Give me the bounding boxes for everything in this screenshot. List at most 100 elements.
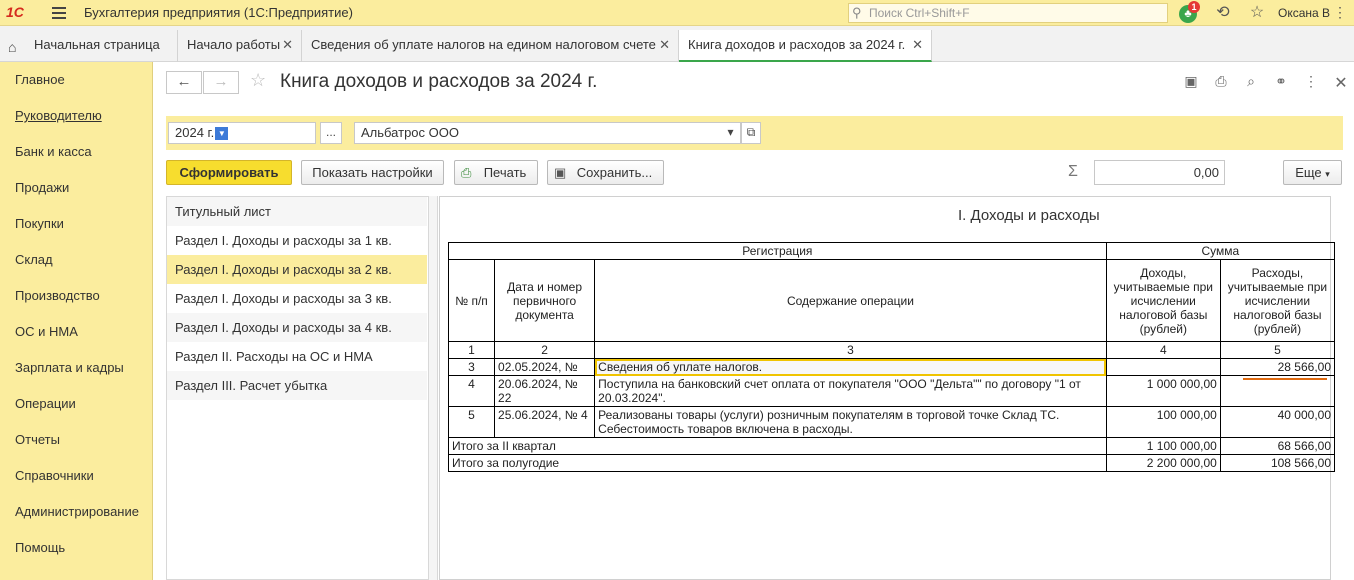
user-name[interactable]: Оксана В	[1278, 6, 1330, 20]
cell-num[interactable]: 5	[447, 406, 496, 438]
sidebar-item-payroll[interactable]: Зарплата и кадры	[15, 360, 124, 375]
total-expense[interactable]: 68 566,00	[1219, 437, 1336, 455]
cell-expense[interactable]: 40 000,00	[1219, 406, 1336, 438]
organization-open-icon[interactable]: ⧉	[741, 122, 761, 144]
main-menu-icon[interactable]	[52, 7, 66, 19]
printer-icon[interactable]: ⎙	[1212, 73, 1230, 91]
favorite-star-icon[interactable]: ☆	[250, 70, 266, 91]
cell-income[interactable]: 100 000,00	[1105, 406, 1221, 438]
report-sections-list: Титульный лист Раздел I. Доходы и расход…	[166, 196, 428, 580]
sidebar-item-purchases[interactable]: Покупки	[15, 216, 64, 231]
period-select-button[interactable]: ...	[320, 122, 342, 144]
dropdown-icon[interactable]: ▼	[215, 127, 229, 141]
tab-label: Начальная страница	[34, 37, 160, 52]
sidebar-item-bank[interactable]: Банк и касса	[15, 144, 92, 159]
header-content: Содержание операции	[594, 259, 1107, 342]
total-label[interactable]: Итого за полугодие	[448, 454, 1107, 472]
total-income[interactable]: 2 200 000,00	[1105, 454, 1221, 472]
more-button[interactable]: Еще ▾	[1283, 160, 1342, 185]
history-icon[interactable]: ⟲	[1213, 3, 1233, 23]
favorites-star-icon[interactable]: ☆	[1247, 3, 1267, 23]
sidebar-item-help[interactable]: Помощь	[15, 540, 65, 555]
cell-num[interactable]: 3	[447, 358, 496, 376]
notifications-badge: 1	[1188, 1, 1200, 13]
list-item[interactable]: Раздел I. Доходы и расходы за 2 кв.	[167, 255, 427, 284]
sidebar-item-sales[interactable]: Продажи	[15, 180, 69, 195]
home-icon: ⌂	[8, 39, 17, 55]
tab-start-work[interactable]: Начало работы ✕	[178, 30, 302, 62]
header-sum: Сумма	[1105, 242, 1336, 260]
app-title: Бухгалтерия предприятия (1С:Предприятие)	[84, 5, 353, 20]
period-field[interactable]: 2024 г. ▼	[168, 122, 316, 144]
organization-dropdown-icon[interactable]: ▾	[721, 122, 741, 144]
sidebar-item-operations[interactable]: Операции	[15, 396, 76, 411]
list-item[interactable]: Раздел I. Доходы и расходы за 3 кв.	[167, 284, 427, 313]
organization-field[interactable]: Альбатрос ООО	[354, 122, 722, 144]
cell-doc[interactable]: 20.06.2024, № 22	[494, 375, 596, 407]
list-item[interactable]: Раздел I. Доходы и расходы за 4 кв.	[167, 313, 427, 342]
report-form: ← → ☆ Книга доходов и расходов за 2024 г…	[154, 62, 1354, 580]
sidebar-item-warehouse[interactable]: Склад	[15, 252, 53, 267]
list-item[interactable]: Титульный лист	[167, 197, 427, 226]
cell-income[interactable]	[1105, 358, 1221, 376]
cell-num[interactable]: 4	[447, 375, 496, 407]
preview-icon[interactable]: ⌕	[1242, 73, 1260, 91]
top-bar: 1С Бухгалтерия предприятия (1С:Предприят…	[0, 0, 1354, 26]
more-label: Еще	[1295, 165, 1322, 180]
tab-home[interactable]: ⌂ Начальная страница	[0, 30, 178, 62]
sidebar-item-manager[interactable]: Руководителю	[15, 108, 102, 123]
splitter[interactable]	[428, 196, 438, 580]
close-form-icon[interactable]: ✕	[1332, 73, 1350, 92]
tab-tax-payments[interactable]: Сведения об уплате налогов на едином нал…	[302, 30, 679, 62]
save-label: Сохранить...	[576, 165, 653, 180]
cell-content[interactable]: Поступила на банковский счет оплата от п…	[594, 375, 1107, 407]
generate-button[interactable]: Сформировать	[166, 160, 292, 185]
sections-sidebar: Главное Руководителю Банк и касса Продаж…	[0, 62, 153, 580]
total-income[interactable]: 1 100 000,00	[1105, 437, 1221, 455]
show-settings-button[interactable]: Показать настройки	[301, 160, 444, 185]
sidebar-item-production[interactable]: Производство	[15, 288, 100, 303]
notifications-button[interactable]: ♣ 1	[1178, 1, 1200, 23]
tab-label: Книга доходов и расходов за 2024 г.	[688, 37, 906, 52]
forward-button[interactable]: →	[203, 71, 239, 94]
report-title: I. Доходы и расходы	[958, 207, 1100, 224]
page-title: Книга доходов и расходов за 2024 г.	[280, 71, 598, 92]
close-icon[interactable]: ✕	[912, 37, 923, 53]
sidebar-item-fixed-assets[interactable]: ОС и НМА	[15, 324, 78, 339]
cell-expense[interactable]: 28 566,00	[1219, 358, 1336, 376]
print-button[interactable]: ⎙ Печать	[454, 160, 538, 185]
cell-doc[interactable]: 25.06.2024, № 4	[494, 406, 596, 438]
back-button[interactable]: ←	[166, 71, 202, 94]
filter-bar: 2024 г. ▼ ... Альбатрос ООО ▾ ⧉	[166, 116, 1343, 150]
sidebar-item-reports[interactable]: Отчеты	[15, 432, 60, 447]
list-item[interactable]: Раздел III. Расчет убытка	[167, 371, 427, 400]
more-vertical-icon[interactable]: ⋮	[1302, 73, 1320, 91]
list-item[interactable]: Раздел II. Расходы на ОС и НМА	[167, 342, 427, 371]
report-sheet[interactable]: I. Доходы и расходы Регистрация Сумма № …	[439, 196, 1336, 580]
total-label[interactable]: Итого за II квартал	[448, 437, 1107, 455]
sidebar-item-main[interactable]: Главное	[15, 72, 65, 87]
printer-icon: ⎙	[461, 165, 472, 180]
cell-income[interactable]: 1 000 000,00	[1105, 375, 1221, 407]
close-icon[interactable]: ✕	[282, 37, 293, 53]
list-item[interactable]: Раздел I. Доходы и расходы за 1 кв.	[167, 226, 427, 255]
cell-content-selected[interactable]: Сведения об уплате налогов.	[594, 358, 1107, 376]
cell-expense[interactable]	[1219, 375, 1336, 407]
save-disk-icon[interactable]: ▣	[1182, 73, 1200, 91]
tab-income-book[interactable]: Книга доходов и расходов за 2024 г. ✕	[679, 30, 932, 62]
total-expense[interactable]: 108 566,00	[1219, 454, 1336, 472]
save-button[interactable]: ▣ Сохранить...	[547, 160, 664, 185]
cell-doc[interactable]: 02.05.2024, №	[494, 358, 596, 376]
sidebar-item-catalogs[interactable]: Справочники	[15, 468, 94, 483]
close-icon[interactable]: ✕	[659, 37, 670, 53]
cell-content[interactable]: Реализованы товары (услуги) розничным по…	[594, 406, 1107, 438]
link-icon[interactable]: ⚭	[1272, 73, 1290, 91]
chevron-down-icon: ▾	[1325, 169, 1330, 179]
top-more-icon[interactable]: ⋮	[1333, 4, 1347, 21]
sidebar-item-administration[interactable]: Администрирование	[15, 504, 139, 519]
total-row: Итого за II квартал 1 100 000,00 68 566,…	[448, 437, 1336, 455]
header-doc: Дата и номер первичного документа	[494, 259, 596, 342]
col-num-5: 5	[1219, 341, 1336, 359]
header-expense: Расходы, учитываемые при исчислении нало…	[1219, 259, 1336, 342]
search-input[interactable]: ⚲ Поиск Ctrl+Shift+F	[848, 3, 1168, 23]
